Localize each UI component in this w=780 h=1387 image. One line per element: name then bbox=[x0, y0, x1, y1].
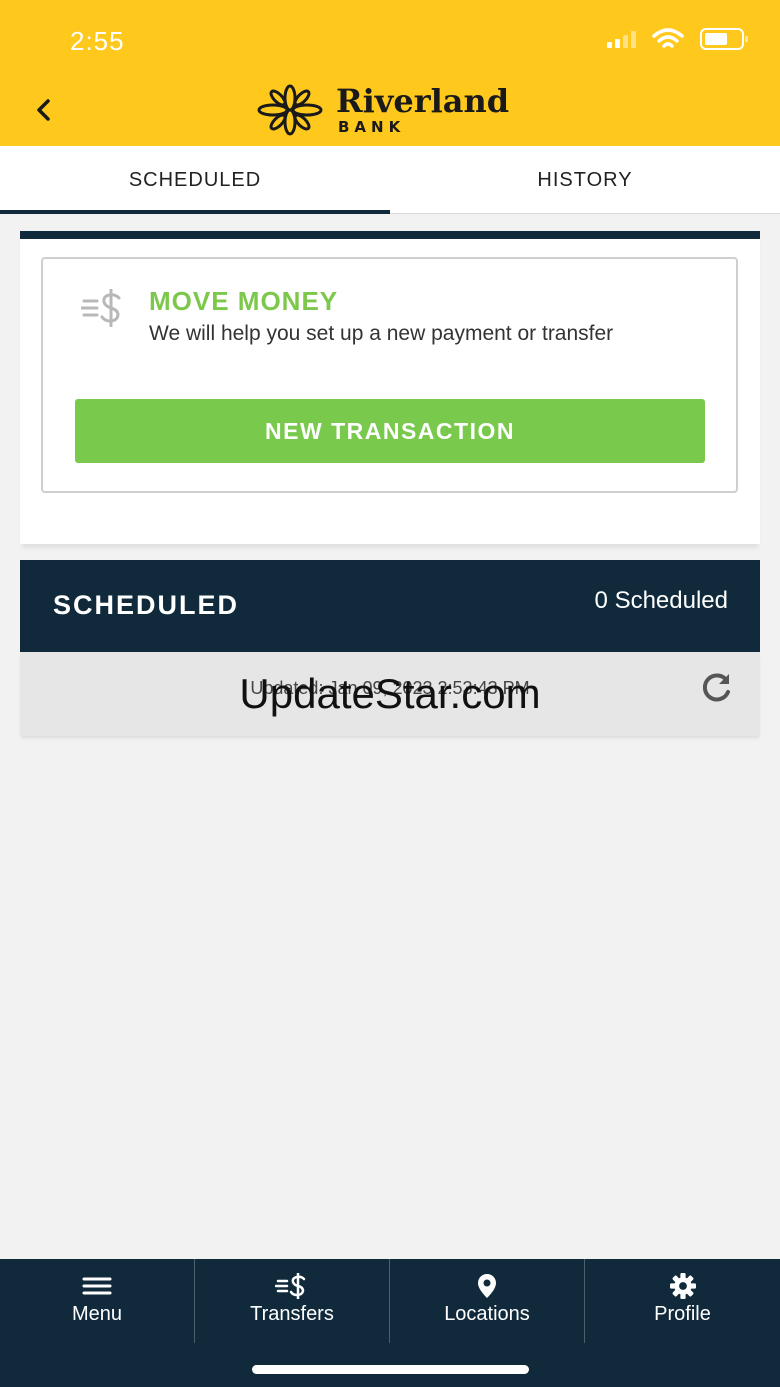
move-money-description: We will help you set up a new payment or… bbox=[149, 322, 614, 345]
home-indicator[interactable] bbox=[252, 1365, 529, 1374]
nav-profile-label: Profile bbox=[654, 1303, 711, 1325]
flower-logo-icon bbox=[257, 84, 323, 136]
location-pin-icon bbox=[478, 1274, 496, 1298]
updated-timestamp: Updated: Jan 09, 2023 2:53:43 PM bbox=[250, 678, 530, 698]
chevron-left-icon bbox=[37, 99, 50, 121]
menu-icon bbox=[82, 1277, 112, 1295]
tab-scheduled[interactable]: SCHEDULED bbox=[0, 146, 390, 214]
nav-transfers-label: Transfers bbox=[250, 1303, 334, 1325]
new-transaction-button[interactable]: NEW TRANSACTION bbox=[75, 399, 705, 463]
nav-locations-label: Locations bbox=[444, 1303, 530, 1325]
nav-menu-label: Menu bbox=[71, 1303, 123, 1325]
back-button[interactable] bbox=[26, 92, 60, 128]
refresh-icon bbox=[702, 673, 730, 702]
refresh-button[interactable] bbox=[696, 670, 736, 706]
nav-transfers[interactable]: Transfers bbox=[195, 1259, 390, 1343]
move-money-title: MOVE MONEY bbox=[149, 286, 339, 316]
dollar-transfer-icon bbox=[81, 289, 121, 327]
move-money-box: MOVE MONEY We will help you set up a new… bbox=[41, 257, 738, 493]
bank-logo: Riverland BANK bbox=[254, 84, 509, 136]
logo-name: Riverland bbox=[336, 82, 510, 120]
scheduled-header: SCHEDULED 0 Scheduled bbox=[20, 560, 760, 652]
logo-subtitle: BANK bbox=[338, 118, 406, 136]
nav-profile[interactable]: Profile bbox=[585, 1259, 780, 1343]
gear-icon bbox=[669, 1273, 696, 1299]
scheduled-count: 0 Scheduled bbox=[594, 587, 728, 614]
transfers-icon bbox=[275, 1273, 306, 1299]
updated-bar: Updated: Jan 09, 2023 2:53:43 PM bbox=[20, 652, 760, 736]
nav-menu[interactable]: Menu bbox=[0, 1259, 195, 1343]
app-header: 2:55 Riverland BANK bbox=[0, 0, 780, 146]
cellular-signal-icon bbox=[607, 30, 636, 48]
tab-bar: SCHEDULED HISTORY bbox=[0, 146, 780, 214]
move-money-card: MOVE MONEY We will help you set up a new… bbox=[20, 231, 760, 544]
wifi-icon bbox=[652, 28, 684, 48]
scheduled-title: SCHEDULED bbox=[53, 590, 240, 620]
nav-locations[interactable]: Locations bbox=[390, 1259, 585, 1343]
tab-history[interactable]: HISTORY bbox=[390, 146, 780, 214]
battery-icon bbox=[700, 28, 748, 50]
status-icons bbox=[607, 28, 748, 50]
status-time: 2:55 bbox=[70, 26, 125, 56]
